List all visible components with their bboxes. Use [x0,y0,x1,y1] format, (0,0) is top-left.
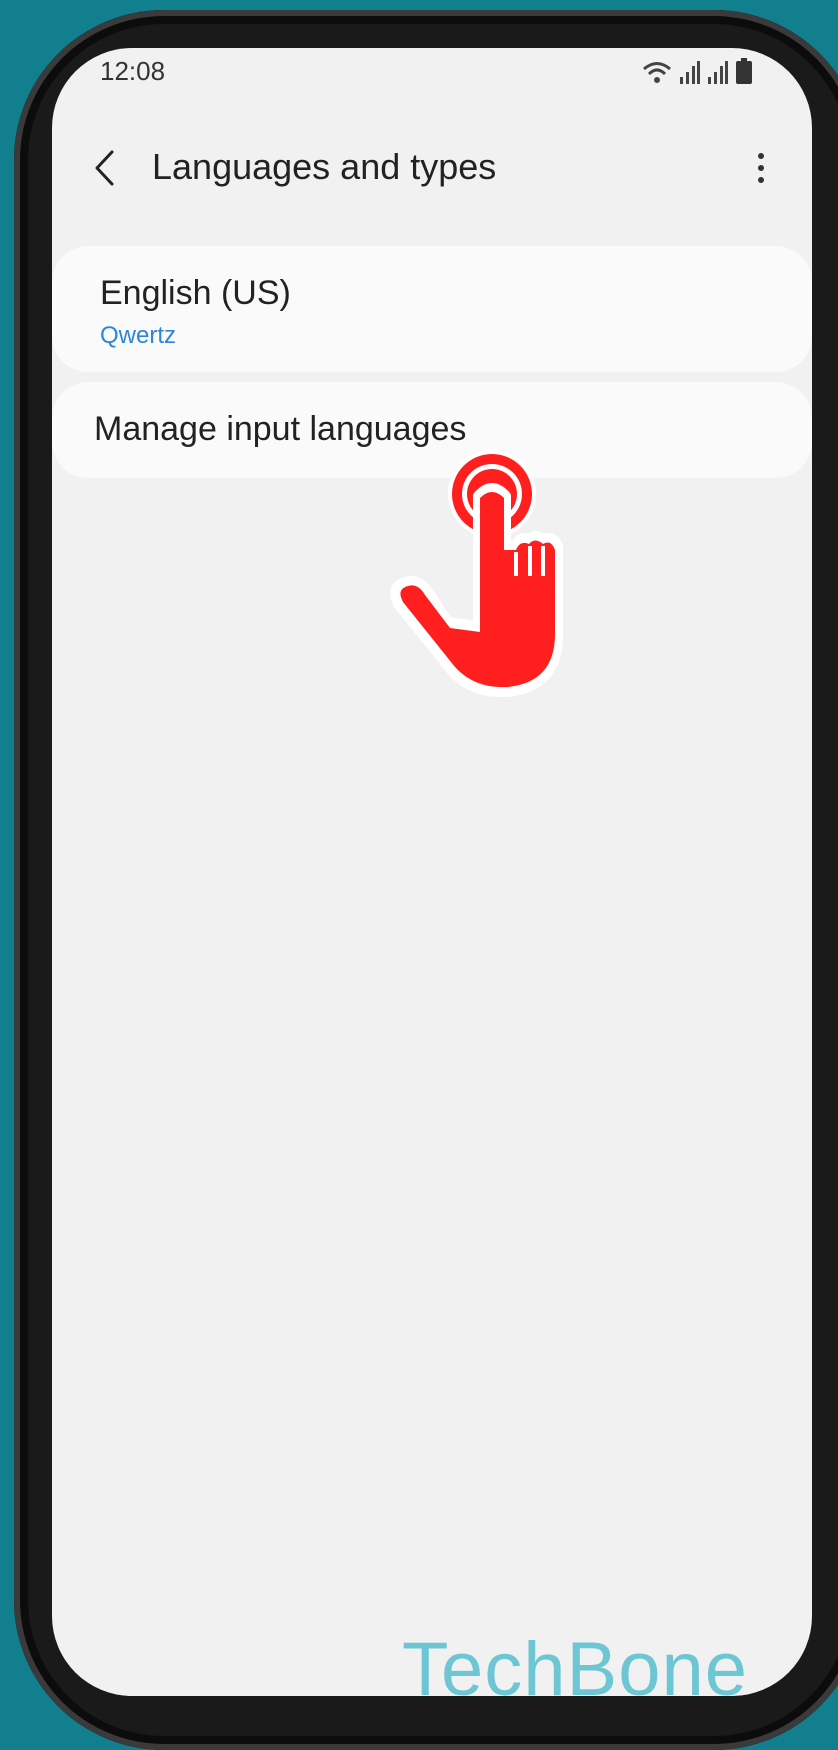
page-title: Languages and types [152,146,497,187]
more-vertical-icon-dot [758,177,764,183]
watermark-logo: TechBone [402,1627,749,1712]
battery-icon [736,58,752,84]
signal-icon [680,61,700,84]
more-options-button[interactable] [746,146,776,190]
tap-hand-icon [390,450,563,698]
phone-screen: 12:08 Languages and types English (US) Q… [52,48,812,1696]
back-button[interactable] [82,142,126,194]
more-vertical-icon-dot [758,165,764,171]
status-icons [642,58,752,84]
more-vertical-icon [758,153,764,159]
language-name: English (US) [100,274,291,312]
keyboard-layout-label: Qwertz [100,322,177,349]
signal-icon [708,61,728,84]
status-time: 12:08 [100,56,166,86]
app-bar: Languages and types [52,128,812,208]
chevron-left-icon [95,150,114,186]
wifi-icon [643,62,671,83]
status-bar: 12:08 [52,48,812,96]
language-list-item[interactable]: English (US) Qwertz [52,246,812,372]
